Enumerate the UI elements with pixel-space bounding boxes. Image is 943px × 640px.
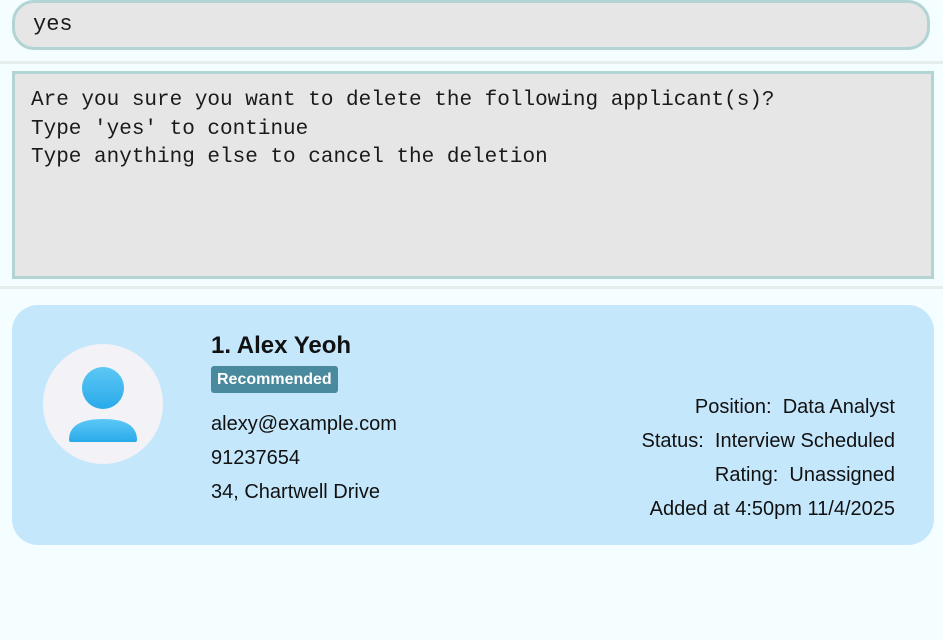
status-value: Interview Scheduled [714, 430, 895, 452]
result-line-2: Type 'yes' to continue [31, 117, 309, 141]
result-display: Are you sure you want to delete the foll… [12, 71, 934, 279]
applicant-address: 34, Chartwell Drive [211, 481, 380, 503]
recommended-tag: Recommended [211, 366, 338, 393]
position-row: Position: Data Analyst [695, 396, 895, 419]
divider-bottom [0, 286, 943, 289]
command-input[interactable] [12, 0, 930, 50]
rating-row: Rating: Unassigned [715, 464, 895, 487]
avatar [43, 344, 163, 464]
divider-top [0, 61, 943, 64]
added-at: Added at 4:50pm 11/4/2025 [649, 498, 895, 520]
status-row: Status: Interview Scheduled [642, 430, 896, 453]
applicant-phone: 91237654 [211, 447, 300, 469]
applicant-card[interactable]: 1. Alex Yeoh Recommended alexy@example.c… [12, 305, 934, 545]
status-label: Status: [641, 430, 704, 452]
position-value: Data Analyst [782, 396, 895, 418]
applicant-email: alexy@example.com [211, 413, 397, 435]
rating-value: Unassigned [789, 464, 895, 486]
result-line-3: Type anything else to cancel the deletio… [31, 146, 548, 169]
result-line-1: Are you sure you want to delete the foll… [31, 89, 775, 112]
applicant-name: 1. Alex Yeoh [211, 332, 352, 359]
rating-label: Rating: [714, 464, 779, 486]
person-icon [69, 367, 137, 442]
position-label: Position: [694, 396, 772, 418]
